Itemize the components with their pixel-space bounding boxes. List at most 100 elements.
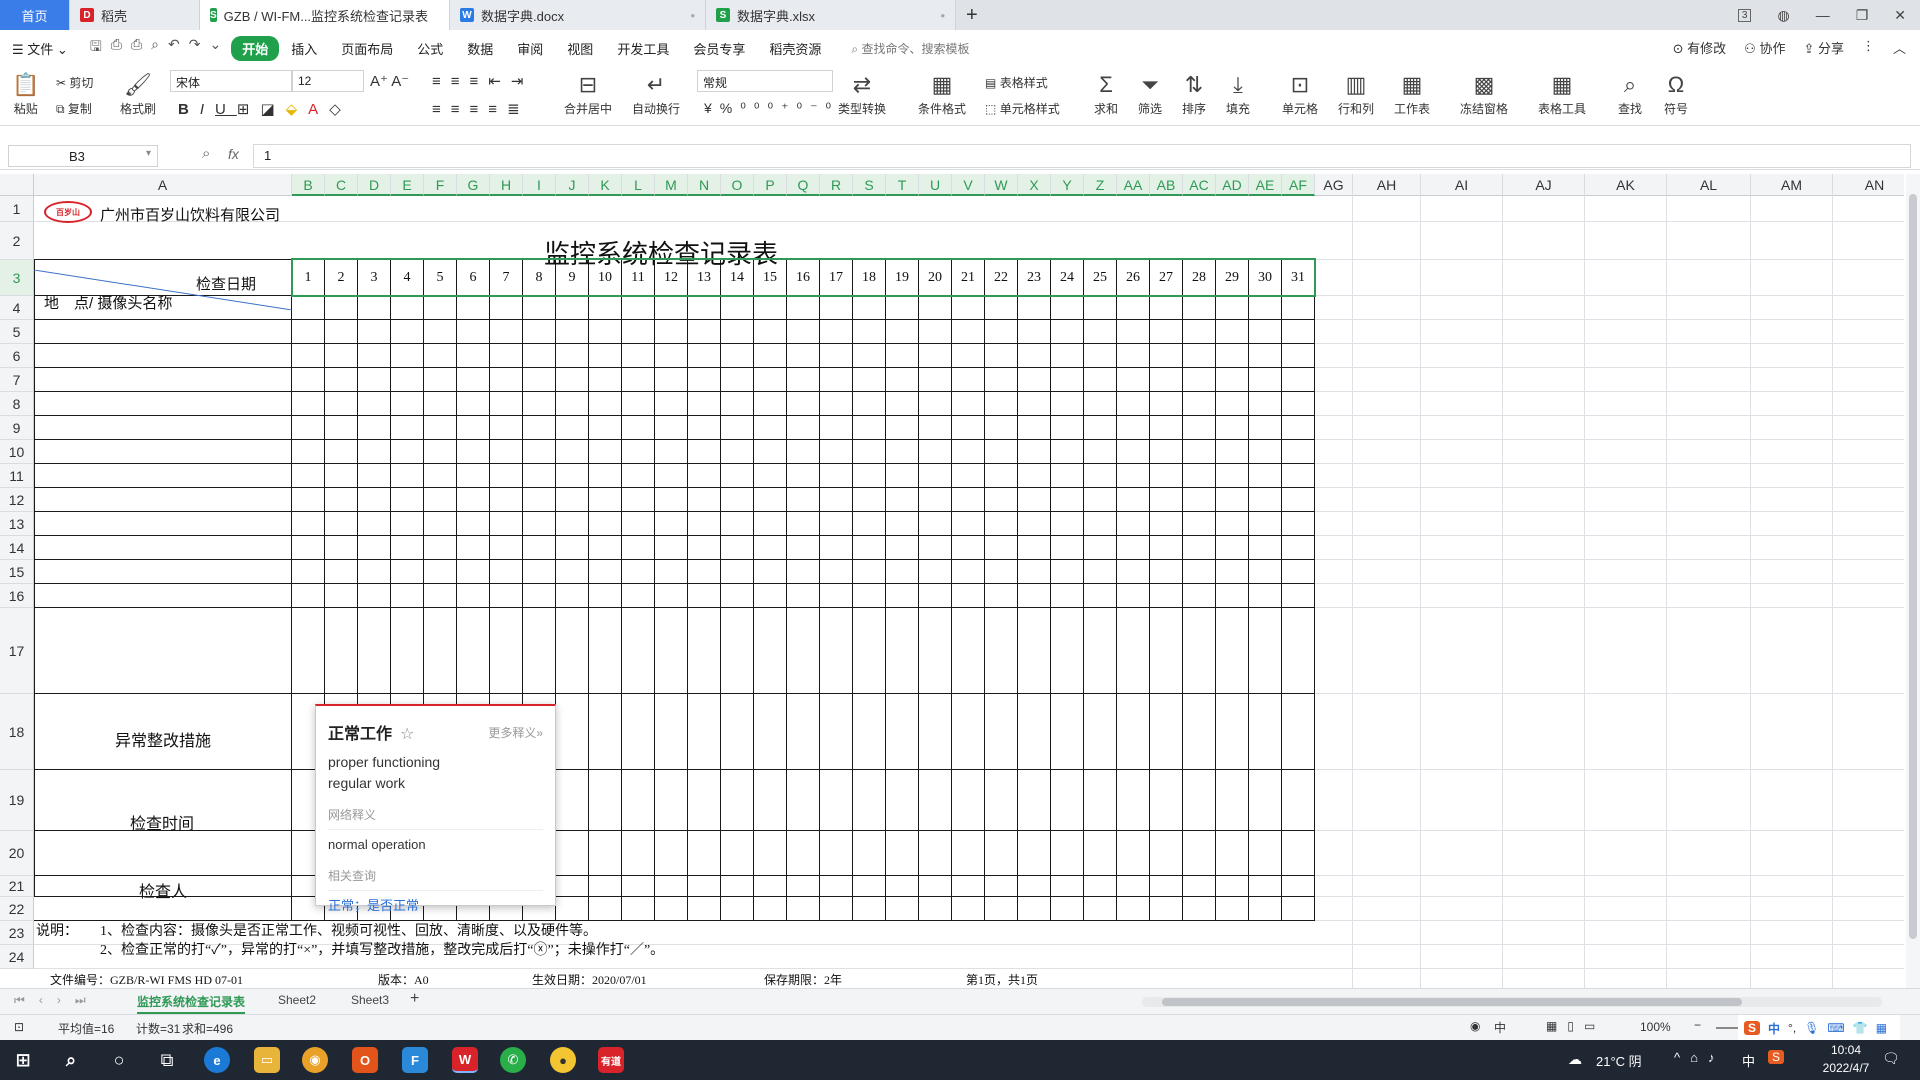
check-cell[interactable] bbox=[754, 488, 787, 512]
check-cell[interactable] bbox=[952, 488, 985, 512]
merge-center-button[interactable]: ⊟ 合并居中 bbox=[564, 70, 612, 117]
check-cell[interactable] bbox=[1084, 392, 1117, 416]
check-cell[interactable] bbox=[1216, 440, 1249, 464]
check-cell[interactable] bbox=[754, 584, 787, 608]
check-cell[interactable] bbox=[886, 608, 919, 694]
check-cell[interactable] bbox=[622, 584, 655, 608]
check-cell[interactable] bbox=[1117, 416, 1150, 440]
indent-decrease-icon[interactable]: ⇤ bbox=[488, 73, 511, 90]
check-cell[interactable] bbox=[1150, 344, 1183, 368]
check-cell[interactable] bbox=[1282, 694, 1315, 770]
row-header[interactable]: 20 bbox=[0, 831, 34, 876]
first-sheet-icon[interactable]: ⏮ bbox=[14, 993, 39, 1007]
check-cell[interactable] bbox=[325, 536, 358, 560]
cell-style-button[interactable]: ⬚ 单元格样式 bbox=[985, 100, 1060, 117]
check-cell[interactable] bbox=[1018, 416, 1051, 440]
check-cell[interactable] bbox=[1249, 344, 1282, 368]
check-cell[interactable] bbox=[391, 440, 424, 464]
check-cell[interactable] bbox=[523, 416, 556, 440]
check-cell[interactable] bbox=[1018, 512, 1051, 536]
sogou-tray-icon[interactable]: S bbox=[1768, 1050, 1785, 1064]
zoom-lens-icon[interactable]: ⌕ bbox=[202, 145, 210, 162]
check-cell[interactable] bbox=[424, 416, 457, 440]
check-cell[interactable] bbox=[1216, 584, 1249, 608]
check-cell[interactable] bbox=[556, 392, 589, 416]
check-cell[interactable] bbox=[556, 694, 589, 770]
check-cell[interactable] bbox=[1249, 512, 1282, 536]
check-cell[interactable] bbox=[523, 296, 556, 320]
office-icon[interactable]: O bbox=[352, 1047, 378, 1073]
select-all-corner[interactable] bbox=[0, 174, 34, 196]
ime-status[interactable]: 中 bbox=[1494, 1019, 1506, 1036]
check-cell[interactable] bbox=[523, 320, 556, 344]
check-cell[interactable] bbox=[424, 440, 457, 464]
check-cell[interactable] bbox=[1018, 770, 1051, 831]
menu-developer[interactable]: 开发工具 bbox=[605, 39, 681, 58]
check-cell[interactable] bbox=[457, 512, 490, 536]
check-cell[interactable] bbox=[1018, 831, 1051, 876]
check-cell[interactable] bbox=[787, 344, 820, 368]
check-cell[interactable] bbox=[688, 392, 721, 416]
name-box[interactable]: B3 bbox=[8, 145, 158, 167]
check-cell[interactable] bbox=[919, 770, 952, 831]
check-cell[interactable] bbox=[1051, 440, 1084, 464]
check-cell[interactable] bbox=[952, 368, 985, 392]
row-header[interactable]: 7 bbox=[0, 368, 34, 392]
check-cell[interactable] bbox=[952, 584, 985, 608]
check-cell[interactable] bbox=[820, 488, 853, 512]
format-painter-button[interactable]: 🖌 格式刷 bbox=[120, 70, 156, 117]
check-cell[interactable] bbox=[490, 440, 523, 464]
check-cell[interactable] bbox=[490, 512, 523, 536]
row-header[interactable]: 21 bbox=[0, 876, 34, 897]
check-cell[interactable] bbox=[985, 584, 1018, 608]
check-cell[interactable] bbox=[754, 770, 787, 831]
day-header-cell[interactable]: 27 bbox=[1150, 260, 1183, 296]
check-cell[interactable] bbox=[292, 512, 325, 536]
check-cell[interactable] bbox=[325, 560, 358, 584]
status-view-icon[interactable]: ⊡ bbox=[14, 1020, 24, 1034]
check-cell[interactable] bbox=[523, 584, 556, 608]
check-cell[interactable] bbox=[886, 464, 919, 488]
row-header[interactable]: 1 bbox=[0, 196, 34, 222]
check-cell[interactable] bbox=[721, 488, 754, 512]
chevron-down-icon[interactable]: ⌄ bbox=[209, 36, 221, 60]
check-cell[interactable] bbox=[391, 344, 424, 368]
check-cell[interactable] bbox=[1051, 584, 1084, 608]
check-cell[interactable] bbox=[886, 488, 919, 512]
network-icon[interactable]: ⌂ bbox=[1690, 1050, 1708, 1065]
check-cell[interactable] bbox=[721, 368, 754, 392]
check-cell[interactable] bbox=[688, 608, 721, 694]
check-cell[interactable] bbox=[556, 770, 589, 831]
check-cell[interactable] bbox=[1051, 296, 1084, 320]
check-cell[interactable] bbox=[292, 608, 325, 694]
weather-icon[interactable]: ☁ bbox=[1568, 1051, 1582, 1068]
check-cell[interactable] bbox=[1282, 488, 1315, 512]
check-cell[interactable] bbox=[589, 320, 622, 344]
check-cell[interactable] bbox=[391, 392, 424, 416]
cell-A[interactable] bbox=[34, 488, 292, 512]
check-cell[interactable] bbox=[1183, 320, 1216, 344]
day-header-cell[interactable]: 18 bbox=[853, 260, 886, 296]
column-header[interactable]: K bbox=[589, 174, 622, 196]
check-cell[interactable] bbox=[622, 392, 655, 416]
check-cell[interactable] bbox=[622, 416, 655, 440]
check-cell[interactable] bbox=[622, 488, 655, 512]
check-cell[interactable] bbox=[754, 831, 787, 876]
check-cell[interactable] bbox=[457, 440, 490, 464]
check-cell[interactable] bbox=[1051, 876, 1084, 897]
check-cell[interactable] bbox=[358, 320, 391, 344]
number-format-select[interactable]: 常规 bbox=[697, 70, 833, 92]
check-cell[interactable] bbox=[853, 416, 886, 440]
cell-A[interactable] bbox=[34, 536, 292, 560]
check-cell[interactable] bbox=[820, 344, 853, 368]
check-cell[interactable] bbox=[589, 608, 622, 694]
column-header[interactable]: AB bbox=[1150, 174, 1183, 196]
check-cell[interactable] bbox=[1249, 608, 1282, 694]
day-header-cell[interactable]: 30 bbox=[1249, 260, 1282, 296]
cell-A[interactable] bbox=[34, 512, 292, 536]
check-cell[interactable] bbox=[952, 512, 985, 536]
check-cell[interactable] bbox=[358, 416, 391, 440]
check-cell[interactable] bbox=[1183, 368, 1216, 392]
check-cell[interactable] bbox=[1282, 440, 1315, 464]
check-cell[interactable] bbox=[556, 876, 589, 897]
